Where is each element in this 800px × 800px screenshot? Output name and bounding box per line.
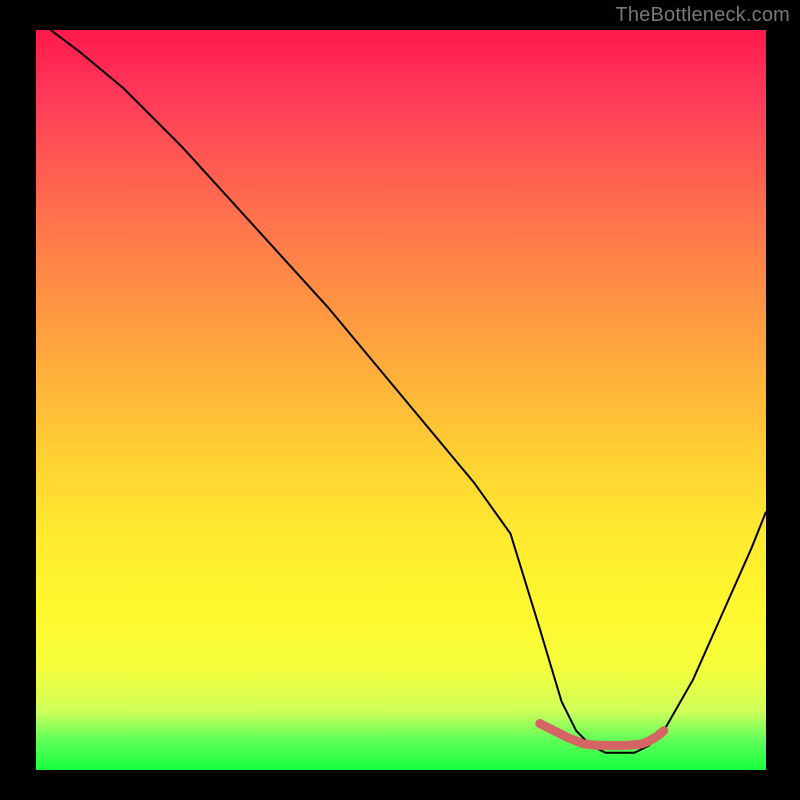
chart-stage: TheBottleneck.com (0, 0, 800, 800)
optimal-range-marker (540, 724, 664, 746)
bottleneck-curve (51, 30, 766, 753)
chart-svg (36, 30, 766, 760)
watermark-text: TheBottleneck.com (615, 4, 790, 27)
plot-area (36, 30, 766, 770)
